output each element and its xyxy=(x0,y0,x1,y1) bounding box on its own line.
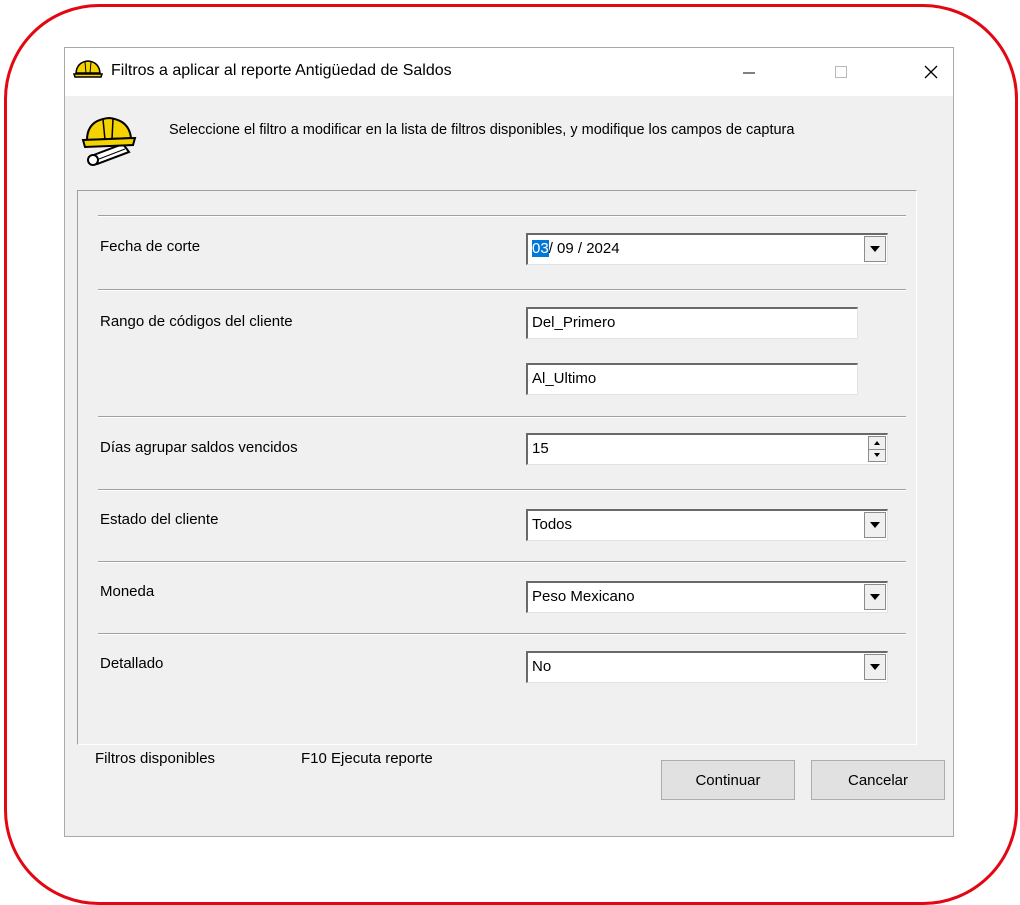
title-bar: Filtros a aplicar al reporte Antigüedad … xyxy=(65,48,953,96)
rango-desde-input[interactable]: Del_Primero xyxy=(526,307,858,339)
date-dropdown-button[interactable] xyxy=(864,236,886,262)
estado-cliente-value: Todos xyxy=(532,516,573,533)
separator xyxy=(98,633,906,635)
spin-buttons[interactable] xyxy=(868,436,886,462)
dias-agrupar-label: Días agrupar saldos vencidos xyxy=(100,439,298,456)
dias-agrupar-spinbox[interactable]: 15 xyxy=(526,433,888,465)
detallado-value: No xyxy=(532,658,552,675)
moneda-value: Peso Mexicano xyxy=(532,588,635,605)
chevron-down-icon xyxy=(870,246,880,252)
chevron-down-icon xyxy=(870,664,880,670)
filtros-disponibles-link[interactable]: Filtros disponibles xyxy=(95,750,215,767)
maximize-icon xyxy=(835,66,847,78)
moneda-dropdown-button[interactable] xyxy=(864,584,886,610)
close-button[interactable] xyxy=(913,56,949,88)
detallado-dropdown-button[interactable] xyxy=(864,654,886,680)
date-day-segment[interactable]: 03 xyxy=(532,240,549,257)
detallado-label: Detallado xyxy=(100,655,164,672)
fecha-de-corte-datepicker[interactable]: 03/ 09 / 2024 xyxy=(526,233,888,265)
minimize-icon xyxy=(743,72,755,74)
date-rest-segment[interactable]: / 09 / 2024 xyxy=(549,240,620,257)
moneda-label: Moneda xyxy=(100,583,155,600)
instructions-text: Seleccione el filtro a modificar en la l… xyxy=(169,122,795,138)
f10-hint: F10 Ejecuta reporte xyxy=(301,750,433,767)
minimize-button[interactable] xyxy=(731,56,767,88)
estado-cliente-select[interactable]: Todos xyxy=(526,509,888,541)
rango-codigos-label: Rango de códigos del cliente xyxy=(100,313,293,330)
continuar-button[interactable]: Continuar xyxy=(661,760,795,800)
spin-up-icon xyxy=(874,441,880,445)
spin-down-button[interactable] xyxy=(869,449,885,461)
hardhat-icon xyxy=(73,60,103,78)
fecha-de-corte-label: Fecha de corte xyxy=(100,238,201,255)
close-icon xyxy=(924,65,938,79)
estado-dropdown-button[interactable] xyxy=(864,512,886,538)
chevron-down-icon xyxy=(870,594,880,600)
rango-hasta-input[interactable]: Al_Ultimo xyxy=(526,363,858,395)
separator xyxy=(98,561,906,563)
spin-down-icon xyxy=(874,453,880,457)
separator xyxy=(98,289,906,291)
dias-agrupar-value[interactable]: 15 xyxy=(532,440,549,457)
separator xyxy=(98,489,906,491)
separator xyxy=(98,416,906,418)
cancelar-button[interactable]: Cancelar xyxy=(811,760,945,800)
filter-dialog: Filtros a aplicar al reporte Antigüedad … xyxy=(64,47,954,837)
window-title: Filtros a aplicar al reporte Antigüedad … xyxy=(111,62,452,79)
filters-panel: Fecha de corte 03/ 09 / 2024 Rango de có… xyxy=(77,190,917,745)
maximize-button[interactable] xyxy=(823,56,859,88)
detallado-select[interactable]: No xyxy=(526,651,888,683)
separator xyxy=(98,215,906,217)
estado-cliente-label: Estado del cliente xyxy=(100,511,219,528)
chevron-down-icon xyxy=(870,522,880,528)
hardhat-scroll-icon xyxy=(81,116,137,166)
moneda-select[interactable]: Peso Mexicano xyxy=(526,581,888,613)
